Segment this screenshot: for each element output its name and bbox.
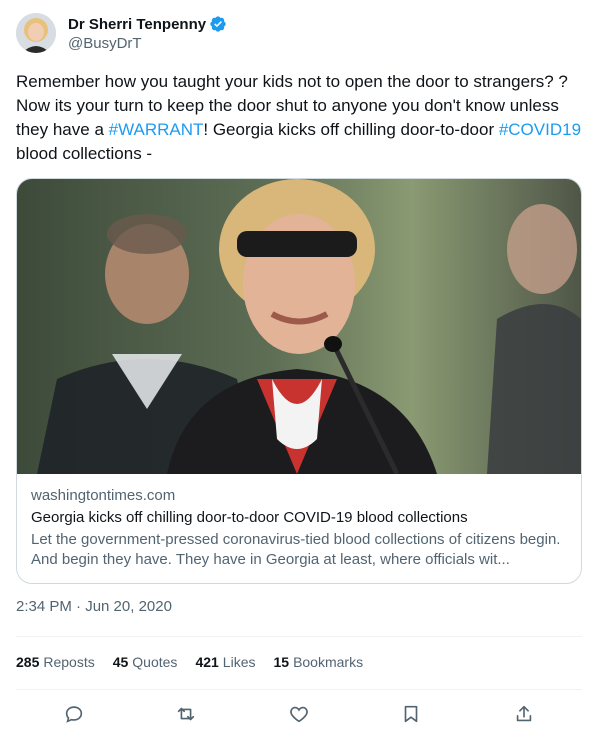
like-icon[interactable] xyxy=(285,700,313,728)
bookmarks-stat[interactable]: 15 Bookmarks xyxy=(273,654,363,670)
handle[interactable]: @BusyDrT xyxy=(68,35,227,52)
quotes-label: Quotes xyxy=(132,654,178,670)
card-image xyxy=(17,179,581,474)
likes-count: 421 xyxy=(195,654,219,670)
card-domain: washingtontimes.com xyxy=(31,487,176,504)
verified-badge-icon xyxy=(209,15,227,33)
likes-stat[interactable]: 421 Likes xyxy=(195,654,255,670)
bookmarks-label: Bookmarks xyxy=(293,654,364,670)
reposts-count: 285 xyxy=(16,654,40,670)
tweet-header: Dr Sherri Tenpenny @BusyDrT xyxy=(16,12,227,54)
avatar[interactable] xyxy=(16,13,56,53)
repost-icon[interactable] xyxy=(172,700,200,728)
quotes-stat[interactable]: 45 Quotes xyxy=(113,654,178,670)
card-title: Georgia kicks off chilling door-to-door … xyxy=(31,509,468,526)
hashtag-warrant[interactable]: #WARRANT xyxy=(109,120,204,139)
action-bar xyxy=(16,700,582,728)
likes-label: Likes xyxy=(222,654,256,670)
bookmarks-count: 15 xyxy=(273,654,290,670)
engagement-stats: 285 Reposts 45 Quotes 421 Likes 15 Bookm… xyxy=(16,654,381,670)
quotes-count: 45 xyxy=(112,654,129,670)
divider xyxy=(16,636,582,637)
divider xyxy=(16,689,582,690)
timestamp[interactable]: 2:34 PM · Jun 20, 2020 xyxy=(16,598,172,615)
reposts-stat[interactable]: 285 Reposts xyxy=(16,654,95,670)
card-description: Let the government-pressed coronavirus-t… xyxy=(31,531,561,568)
reply-icon[interactable] xyxy=(60,700,88,728)
bookmark-icon[interactable] xyxy=(397,700,425,728)
reposts-label: Reposts xyxy=(43,654,95,670)
link-card[interactable]: washingtontimes.com Georgia kicks off ch… xyxy=(16,178,582,584)
tweet-text-part: ! Georgia kicks off chilling door-to-doo… xyxy=(203,120,499,139)
hashtag-covid19[interactable]: #COVID19 xyxy=(499,120,581,139)
display-name[interactable]: Dr Sherri Tenpenny xyxy=(68,16,206,33)
tweet-text: Remember how you taught your kids not to… xyxy=(16,70,586,166)
tweet-text-part: blood collections - xyxy=(16,144,153,163)
share-icon[interactable] xyxy=(510,700,538,728)
